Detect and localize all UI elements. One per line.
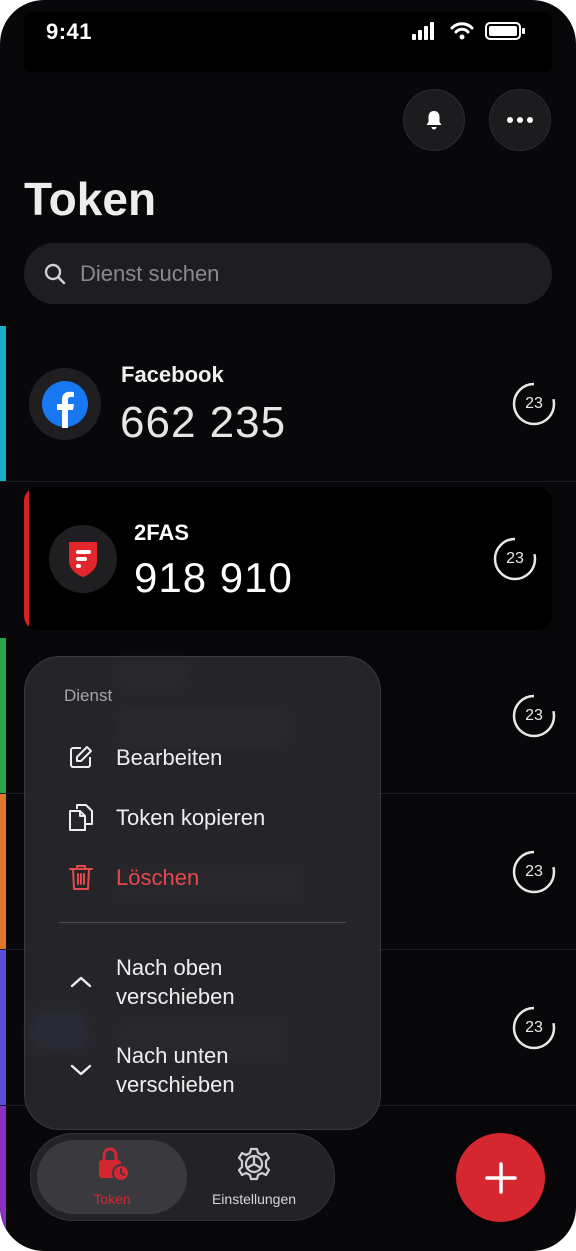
menu-item-label: Löschen [116,864,200,890]
timer-seconds: 23 [525,707,543,724]
tab-label: Token [93,1191,131,1207]
plus-icon [484,1161,517,1194]
chevron-up-icon [65,966,97,998]
countdown-timer: 23 [511,849,557,895]
tab-token[interactable]: Token [37,1146,187,1207]
chevron-down-icon [65,1054,97,1086]
row-accent-bar [24,487,29,630]
add-token-button[interactable] [456,1133,545,1222]
countdown-timer: 23 [511,381,557,427]
facebook-logo-icon [29,368,101,440]
menu-item-copy-token[interactable]: Token kopieren [65,801,365,833]
context-menu-title: Dienst [64,686,113,705]
menu-item-label: Token kopieren [116,804,266,830]
bell-icon [426,111,442,130]
timer-seconds: 23 [525,395,543,412]
edit-icon [65,741,97,773]
menu-divider [59,922,346,923]
tab-label: Einstellungen [211,1191,297,1207]
countdown-timer: 23 [492,536,538,582]
menu-item-label: Bearbeiten [116,744,223,770]
lock-clock-icon [99,1147,130,1182]
status-time: 9:41 [46,19,93,44]
status-icons [412,22,525,40]
context-menu: Dienst Bearbeiten Token kopieren Löschen… [24,656,381,1130]
token-code[interactable]: 918 910 [134,554,293,602]
row-accent-bar [0,326,6,481]
gear-icon [237,1147,271,1181]
timer-seconds: 23 [525,1019,543,1036]
menu-item-label: Nach oben verschieben [116,955,235,1009]
phone-screen: 9:41 Token Dienst suchen Facebook 662 23… [0,0,576,1251]
row-accent-bar [0,638,6,793]
menu-item-edit[interactable]: Bearbeiten [65,741,365,773]
2fas-logo-icon [49,525,117,593]
token-code[interactable]: 662 235 [120,398,286,448]
search-icon [44,263,66,285]
search-placeholder: Dienst suchen [80,261,220,286]
countdown-timer: 23 [511,693,557,739]
notifications-button[interactable] [403,89,465,151]
row-accent-bar [0,950,6,1105]
trash-icon [65,861,97,893]
token-row-2fas-selected[interactable]: 2FAS 918 910 23 [24,487,552,630]
timer-seconds: 23 [506,550,524,567]
menu-item-move-up[interactable]: Nach oben verschieben [65,953,365,1011]
tab-settings[interactable]: Einstellungen [179,1146,329,1207]
service-name: Facebook [121,362,224,387]
service-name: 2FAS [134,520,190,545]
search-input[interactable]: Dienst suchen [24,243,552,304]
copy-icon [65,801,97,833]
timer-seconds: 23 [525,863,543,880]
more-button[interactable] [489,89,551,151]
menu-item-delete[interactable]: Löschen [65,861,365,893]
tab-bar: Token Einstellungen [30,1133,335,1221]
page-title: Token [24,173,157,225]
token-row-facebook[interactable]: Facebook 662 235 23 [0,326,576,482]
menu-item-move-down[interactable]: Nach unten verschieben [65,1041,365,1099]
countdown-timer: 23 [511,1005,557,1051]
row-accent-bar [0,794,6,949]
row-accent-bar [0,1106,6,1251]
ellipsis-icon [507,117,533,123]
menu-item-label: Nach unten verschieben [116,1043,235,1097]
